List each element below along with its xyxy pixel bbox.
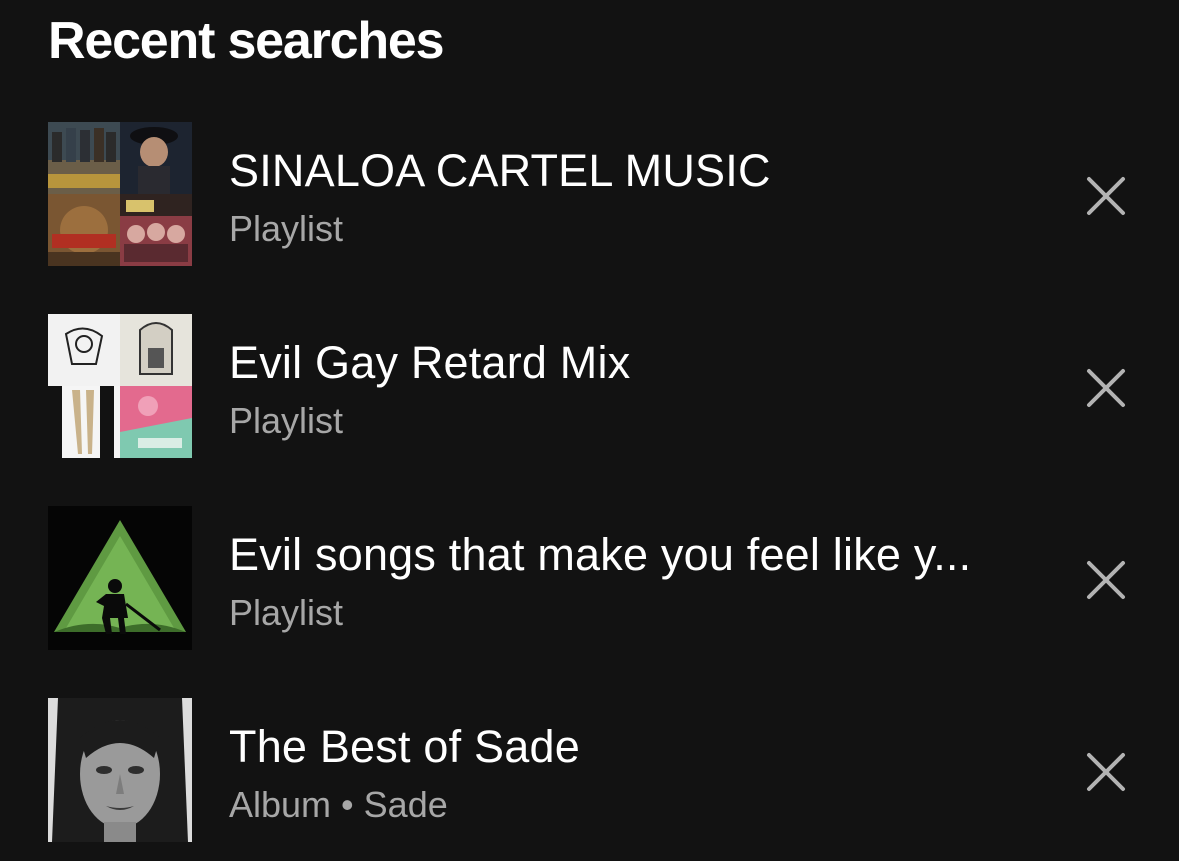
item-type: Playlist [229,592,344,633]
remove-button[interactable] [1078,360,1134,416]
playlist-cover [48,506,192,650]
recent-searches-list: SINALOA CARTEL MUSIC Playlist Evil Gay R… [0,0,1179,861]
item-subtitle: Playlist [229,400,343,442]
item-type: Album [229,784,332,825]
list-item[interactable]: The Best of Sade Album • Sade [0,698,1179,844]
item-title: SINALOA CARTEL MUSIC [229,145,771,196]
remove-button[interactable] [1078,168,1134,224]
item-title: Evil Gay Retard Mix [229,337,631,388]
item-subtitle: Album • Sade [229,784,448,826]
item-title: The Best of Sade [229,721,580,772]
close-icon [1087,177,1125,215]
remove-button[interactable] [1078,552,1134,608]
list-item[interactable]: Evil Gay Retard Mix Playlist [0,314,1179,460]
separator-dot: • [341,784,354,825]
remove-button[interactable] [1078,744,1134,800]
playlist-cover [48,122,192,266]
item-type: Playlist [229,208,344,249]
item-subtitle: Playlist [229,208,343,250]
close-icon [1087,369,1125,407]
list-item[interactable]: Evil songs that make you feel like y... … [0,506,1179,652]
close-icon [1087,561,1125,599]
item-artist[interactable]: Sade [364,784,448,825]
item-title: Evil songs that make you feel like y... [229,529,972,580]
album-cover [48,698,192,842]
playlist-cover [48,314,192,458]
close-icon [1087,753,1125,791]
item-type: Playlist [229,400,344,441]
list-item[interactable]: SINALOA CARTEL MUSIC Playlist [0,122,1179,268]
item-subtitle: Playlist [229,592,343,634]
